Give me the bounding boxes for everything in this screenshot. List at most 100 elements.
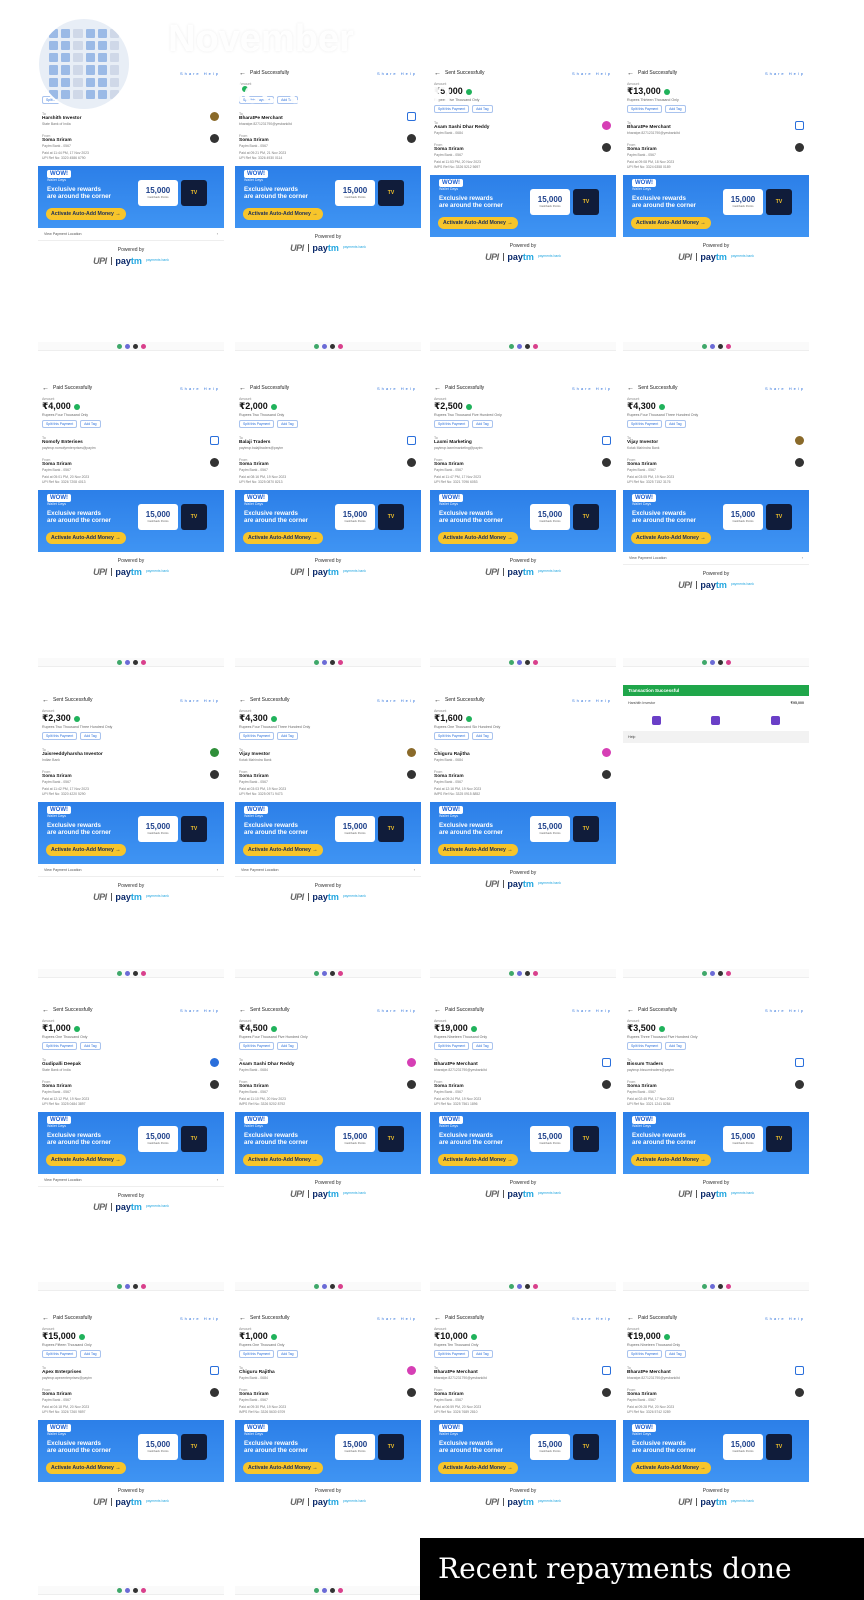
wallet-days-banner[interactable]: WOW! Wallet Days Exclusive rewards are arou… bbox=[430, 1112, 616, 1174]
wallet-days-banner[interactable]: WOW! Wallet Days Exclusive rewards are arou… bbox=[38, 802, 224, 864]
check-balance-icon[interactable] bbox=[711, 716, 721, 725]
wallet-days-banner[interactable]: WOW! Wallet Days Exclusive rewards are arou… bbox=[38, 490, 224, 552]
activate-auto-add-button[interactable]: Activate Auto-Add Money → bbox=[631, 532, 711, 544]
split-payment-chip[interactable]: Split this Payment bbox=[42, 1350, 78, 1358]
split-payment-chip[interactable]: Split this Payment bbox=[239, 1350, 275, 1358]
back-arrow-icon[interactable]: ← bbox=[42, 385, 49, 392]
activate-auto-add-button[interactable]: Activate Auto-Add Money → bbox=[46, 1154, 126, 1166]
add-tag-chip[interactable]: Add Tag bbox=[80, 732, 101, 740]
split-payment-chip[interactable]: Split this Payment bbox=[627, 105, 663, 113]
share-help-actions[interactable]: Share Help bbox=[572, 1316, 612, 1321]
add-tag-chip[interactable]: Add Tag bbox=[80, 1350, 101, 1358]
activate-auto-add-button[interactable]: Activate Auto-Add Money → bbox=[243, 208, 323, 220]
add-tag-chip[interactable]: Add Tag bbox=[277, 732, 298, 740]
back-arrow-icon[interactable]: ← bbox=[42, 697, 49, 704]
add-tag-chip[interactable]: Add Tag bbox=[277, 420, 298, 428]
activate-auto-add-button[interactable]: Activate Auto-Add Money → bbox=[438, 1154, 518, 1166]
support-row[interactable]: Help bbox=[623, 731, 809, 743]
share-help-actions[interactable]: Share Help bbox=[765, 1316, 805, 1321]
back-arrow-icon[interactable]: ← bbox=[627, 1007, 634, 1014]
back-arrow-icon[interactable]: ← bbox=[434, 385, 441, 392]
wallet-days-banner[interactable]: WOW! Wallet Days Exclusive rewards are arou… bbox=[235, 166, 421, 228]
add-tag-chip[interactable]: Add Tag bbox=[665, 420, 686, 428]
split-payment-chip[interactable]: Split this Payment bbox=[239, 732, 275, 740]
activate-auto-add-button[interactable]: Activate Auto-Add Money → bbox=[438, 1462, 518, 1474]
share-help-actions[interactable]: Share Help bbox=[180, 71, 220, 76]
view-location-row[interactable]: View Payment Location › bbox=[623, 552, 809, 565]
add-tag-chip[interactable]: Add Tag bbox=[277, 1350, 298, 1358]
split-payment-chip[interactable]: Split this Payment bbox=[434, 1042, 470, 1050]
add-tag-chip[interactable]: Add Tag bbox=[472, 1350, 493, 1358]
wallet-days-banner[interactable]: WOW! Wallet Days Exclusive rewards are arou… bbox=[623, 175, 809, 237]
back-arrow-icon[interactable]: ← bbox=[627, 385, 634, 392]
back-arrow-icon[interactable]: ← bbox=[239, 1007, 246, 1014]
view-history-icon[interactable] bbox=[770, 716, 780, 725]
add-tag-chip[interactable]: Add Tag bbox=[665, 105, 686, 113]
back-arrow-icon[interactable]: ← bbox=[627, 70, 634, 77]
split-payment-chip[interactable]: Split this Payment bbox=[434, 1350, 470, 1358]
wallet-days-banner[interactable]: WOW! Wallet Days Exclusive rewards are arou… bbox=[430, 490, 616, 552]
activate-auto-add-button[interactable]: Activate Auto-Add Money → bbox=[243, 532, 323, 544]
share-help-actions[interactable]: Share Help bbox=[572, 71, 612, 76]
add-tag-chip[interactable]: Add Tag bbox=[80, 1042, 101, 1050]
activate-auto-add-button[interactable]: Activate Auto-Add Money → bbox=[243, 1462, 323, 1474]
activate-auto-add-button[interactable]: Activate Auto-Add Money → bbox=[631, 1154, 711, 1166]
wallet-days-banner[interactable]: WOW! Wallet Days Exclusive rewards are arou… bbox=[235, 1112, 421, 1174]
share-help-actions[interactable]: Share Help bbox=[180, 1316, 220, 1321]
split-payment-chip[interactable]: Split this Payment bbox=[42, 732, 78, 740]
share-help-actions[interactable]: Share Help bbox=[180, 698, 220, 703]
activate-auto-add-button[interactable]: Activate Auto-Add Money → bbox=[243, 844, 323, 856]
wallet-days-banner[interactable]: WOW! Wallet Days Exclusive rewards are arou… bbox=[38, 1420, 224, 1482]
wallet-days-banner[interactable]: WOW! Wallet Days Exclusive rewards are arou… bbox=[430, 175, 616, 237]
add-tag-chip[interactable]: Add Tag bbox=[277, 1042, 298, 1050]
back-arrow-icon[interactable]: ← bbox=[239, 1315, 246, 1322]
share-help-actions[interactable]: Share Help bbox=[765, 1008, 805, 1013]
split-payment-chip[interactable]: Split this Payment bbox=[627, 1042, 663, 1050]
activate-auto-add-button[interactable]: Activate Auto-Add Money → bbox=[438, 844, 518, 856]
wallet-days-banner[interactable]: WOW! Wallet Days Exclusive rewards are arou… bbox=[235, 1420, 421, 1482]
add-tag-chip[interactable]: Add Tag bbox=[472, 1042, 493, 1050]
split-payment-chip[interactable]: Split this Payment bbox=[627, 420, 663, 428]
share-help-actions[interactable]: Share Help bbox=[572, 1008, 612, 1013]
wallet-days-banner[interactable]: WOW! Wallet Days Exclusive rewards are arou… bbox=[235, 802, 421, 864]
activate-auto-add-button[interactable]: Activate Auto-Add Money → bbox=[438, 532, 518, 544]
back-arrow-icon[interactable]: ← bbox=[434, 697, 441, 704]
share-help-actions[interactable]: Share Help bbox=[377, 1008, 417, 1013]
back-arrow-icon[interactable]: ← bbox=[42, 1315, 49, 1322]
add-tag-chip[interactable]: Add Tag bbox=[472, 420, 493, 428]
wallet-days-banner[interactable]: WOW! Wallet Days Exclusive rewards are arou… bbox=[623, 1112, 809, 1174]
share-help-actions[interactable]: Share Help bbox=[572, 386, 612, 391]
view-location-row[interactable]: View Payment Location › bbox=[38, 864, 224, 877]
add-tag-chip[interactable]: Add Tag bbox=[472, 105, 493, 113]
profile-avatar[interactable] bbox=[37, 17, 131, 111]
repeat-icon[interactable] bbox=[652, 716, 662, 725]
back-arrow-icon[interactable]: ← bbox=[434, 1315, 441, 1322]
see-translation-link[interactable]: See translation bbox=[222, 74, 451, 111]
view-location-row[interactable]: View Payment Location › bbox=[235, 864, 421, 877]
split-payment-chip[interactable]: Split this Payment bbox=[627, 1350, 663, 1358]
activate-auto-add-button[interactable]: Activate Auto-Add Money → bbox=[46, 844, 126, 856]
wallet-days-banner[interactable]: WOW! Wallet Days Exclusive rewards are arou… bbox=[623, 1420, 809, 1482]
add-tag-chip[interactable]: Add Tag bbox=[472, 732, 493, 740]
split-payment-chip[interactable]: Split this Payment bbox=[42, 1042, 78, 1050]
activate-auto-add-button[interactable]: Activate Auto-Add Money → bbox=[46, 532, 126, 544]
back-arrow-icon[interactable]: ← bbox=[239, 385, 246, 392]
activate-auto-add-button[interactable]: Activate Auto-Add Money → bbox=[46, 208, 126, 220]
add-tag-chip[interactable]: Add Tag bbox=[665, 1350, 686, 1358]
wallet-days-banner[interactable]: WOW! Wallet Days Exclusive rewards are arou… bbox=[38, 166, 224, 228]
split-payment-chip[interactable]: Split this Payment bbox=[434, 732, 470, 740]
share-help-actions[interactable]: Share Help bbox=[765, 386, 805, 391]
chat-bubble-icon[interactable] bbox=[168, 78, 202, 108]
back-arrow-icon[interactable]: ← bbox=[434, 1007, 441, 1014]
wallet-days-banner[interactable]: WOW! Wallet Days Exclusive rewards are arou… bbox=[38, 1112, 224, 1174]
split-payment-chip[interactable]: Split this Payment bbox=[239, 1042, 275, 1050]
share-help-actions[interactable]: Share Help bbox=[180, 1008, 220, 1013]
split-payment-chip[interactable]: Split this Payment bbox=[434, 420, 470, 428]
activate-auto-add-button[interactable]: Activate Auto-Add Money → bbox=[243, 1154, 323, 1166]
share-help-actions[interactable]: Share Help bbox=[377, 698, 417, 703]
add-tag-chip[interactable]: Add Tag bbox=[665, 1042, 686, 1050]
share-help-actions[interactable]: Share Help bbox=[572, 698, 612, 703]
view-location-row[interactable]: View Payment Location › bbox=[38, 228, 224, 241]
wallet-days-banner[interactable]: WOW! Wallet Days Exclusive rewards are arou… bbox=[623, 490, 809, 552]
share-help-actions[interactable]: Share Help bbox=[180, 386, 220, 391]
